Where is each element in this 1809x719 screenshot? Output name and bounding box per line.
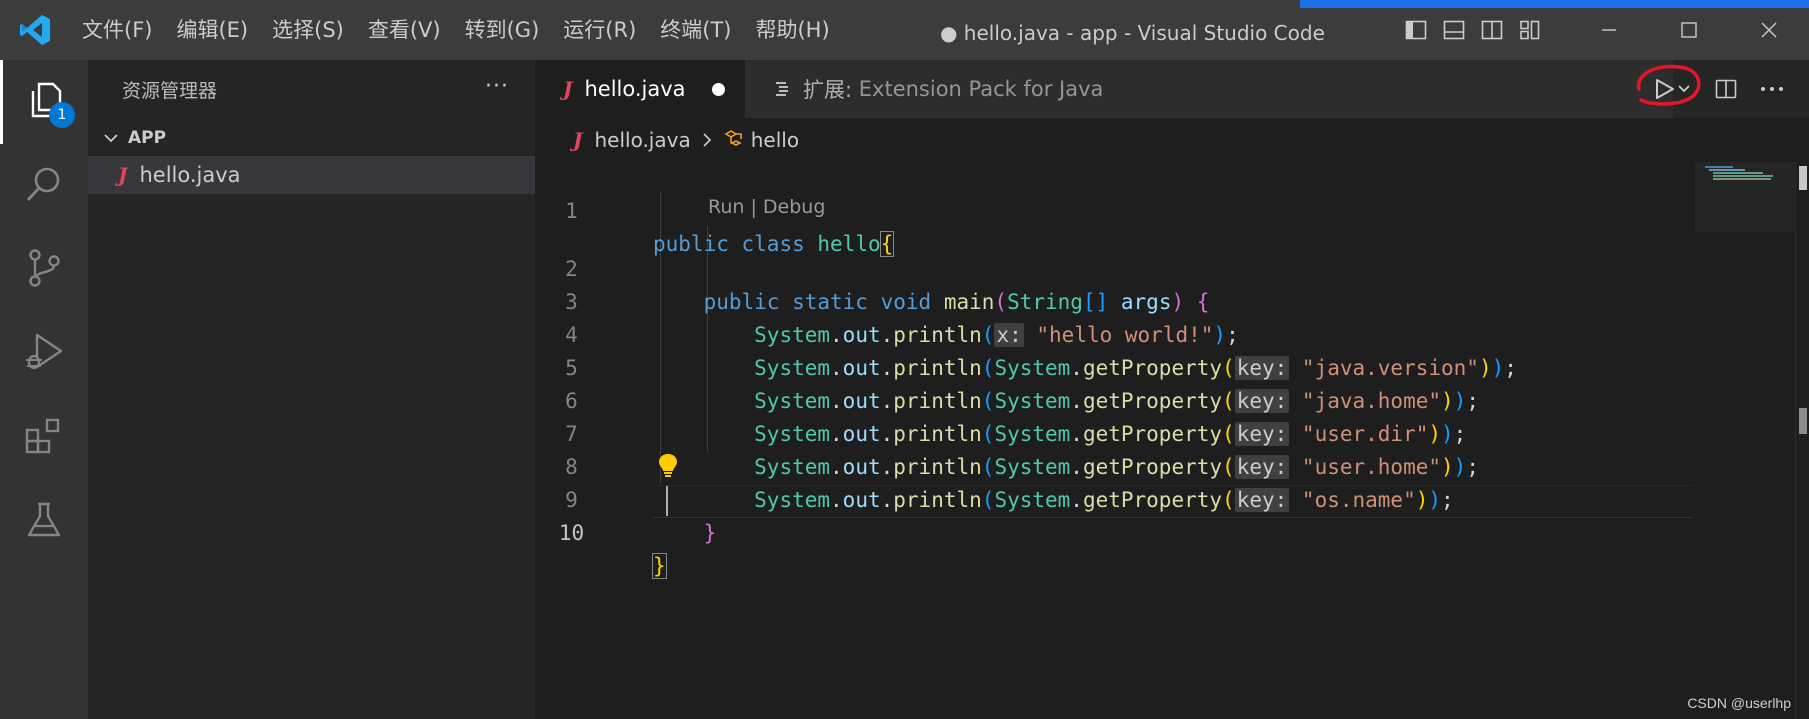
run-java-button[interactable]	[1627, 60, 1703, 118]
customize-layout-icon[interactable]	[1511, 0, 1549, 60]
more-actions-icon[interactable]: ···	[485, 74, 509, 99]
explorer-header: 资源管理器 ···	[88, 60, 535, 118]
source-control-icon	[24, 247, 64, 293]
flask-icon	[24, 500, 64, 544]
preview-icon	[773, 80, 791, 98]
toggle-primary-sidebar-icon[interactable]	[1397, 0, 1435, 60]
code-line-3: 3 System.out.println(x: "hello world!");	[535, 253, 1695, 347]
code-editor[interactable]: 1 public class hello{ Run | Debug 2 publ…	[535, 162, 1809, 719]
chevron-down-icon	[98, 130, 124, 146]
tab-hello-java[interactable]: J hello.java	[535, 60, 745, 118]
line-number: 10	[558, 521, 585, 545]
search-icon	[24, 164, 64, 208]
codelens-run-debug[interactable]: Run | Debug	[708, 192, 825, 222]
explorer-activity[interactable]: 1	[0, 60, 88, 144]
run-debug-activity[interactable]	[0, 312, 88, 396]
text-cursor	[666, 486, 668, 516]
window-title: ● hello.java - app - Visual Studio Code	[940, 21, 1325, 45]
code-line-4: 4 System.out.println(System.getProperty(…	[535, 286, 1695, 380]
explorer-badge: 1	[49, 102, 75, 128]
tab-label: Extension Pack for Java	[858, 77, 1104, 101]
code-line-7: 7 System.out.println(System.getProperty(…	[535, 385, 1695, 479]
code-line-6: 6 System.out.println(System.getProperty(…	[535, 352, 1695, 446]
vscode-logo-icon	[0, 0, 70, 60]
menu-terminal[interactable]: 终端(T)	[648, 0, 743, 60]
java-file-icon: J	[563, 77, 573, 101]
close-icon[interactable]	[1729, 0, 1809, 60]
title-bar: 文件(F) 编辑(E) 选择(S) 查看(V) 转到(G) 运行(R) 终端(T…	[0, 0, 1809, 60]
folder-label: APP	[128, 128, 167, 148]
minimap[interactable]	[1695, 162, 1795, 232]
code-line-5: 5 System.out.println(System.getProperty(…	[535, 319, 1695, 413]
menu-edit[interactable]: 编辑(E)	[164, 0, 260, 60]
menu-run[interactable]: 运行(R)	[551, 0, 648, 60]
tab-label: hello.java	[584, 77, 686, 101]
source-control-activity[interactable]	[0, 228, 88, 312]
minimize-icon[interactable]	[1569, 0, 1649, 60]
menu-go[interactable]: 转到(G)	[453, 0, 552, 60]
editor-tab-bar: J hello.java 扩展: Extension Pack for Java	[535, 60, 1809, 118]
code-line-10: 10 }	[535, 484, 1695, 579]
file-label: hello.java	[139, 163, 241, 187]
watermark: CSDN @userlhp	[1687, 695, 1791, 711]
tab-extension-pack[interactable]: 扩展: Extension Pack for Java	[745, 60, 1673, 118]
unsaved-dot-icon[interactable]	[712, 83, 725, 96]
activity-bar: 1	[0, 60, 88, 719]
menu-bar: 文件(F) 编辑(E) 选择(S) 查看(V) 转到(G) 运行(R) 终端(T…	[70, 0, 842, 60]
menu-view[interactable]: 查看(V)	[356, 0, 453, 60]
vertical-scrollbar[interactable]	[1795, 162, 1809, 719]
folder-app[interactable]: APP	[88, 120, 535, 156]
chevron-right-icon	[701, 132, 713, 148]
extensions-icon	[24, 416, 64, 460]
code-line-1: 1 public class hello{	[535, 162, 1695, 257]
scrollbar-marker	[1799, 166, 1807, 190]
toggle-panel-icon[interactable]	[1435, 0, 1473, 60]
file-item-hello-java[interactable]: J hello.java	[88, 156, 535, 194]
title-controls	[1397, 0, 1809, 60]
run-debug-icon	[23, 331, 65, 377]
java-file-icon: J	[118, 163, 128, 187]
menu-file[interactable]: 文件(F)	[70, 0, 164, 60]
editor-actions	[1627, 60, 1809, 118]
more-actions-icon[interactable]	[1749, 60, 1795, 118]
explorer-sidebar: 资源管理器 ··· APP J hello.java	[88, 60, 535, 719]
breadcrumb-symbol[interactable]: hello	[751, 128, 799, 152]
explorer-title: 资源管理器	[122, 79, 218, 102]
split-editor-icon[interactable]	[1703, 60, 1749, 118]
toggle-secondary-sidebar-icon[interactable]	[1473, 0, 1511, 60]
breadcrumb-file[interactable]: hello.java	[594, 128, 690, 152]
code-line-2: 2 public static void main(String[] args)…	[535, 220, 1695, 314]
extensions-activity[interactable]	[0, 396, 88, 480]
search-activity[interactable]	[0, 144, 88, 228]
menu-selection[interactable]: 选择(S)	[260, 0, 356, 60]
code-line-9: 9 }	[535, 451, 1695, 545]
code-line-8: 8 System.out.println(System.getProperty(…	[535, 418, 1695, 512]
scrollbar-marker	[1799, 408, 1807, 434]
breadcrumb: J hello.java hello	[535, 118, 1809, 162]
java-file-icon: J	[573, 128, 583, 152]
maximize-icon[interactable]	[1649, 0, 1729, 60]
testing-activity[interactable]	[0, 480, 88, 564]
tab-prefix: 扩展:	[803, 78, 853, 102]
menu-help[interactable]: 帮助(H)	[743, 0, 841, 60]
class-symbol-icon	[723, 129, 745, 151]
lightbulb-icon[interactable]	[658, 452, 678, 482]
